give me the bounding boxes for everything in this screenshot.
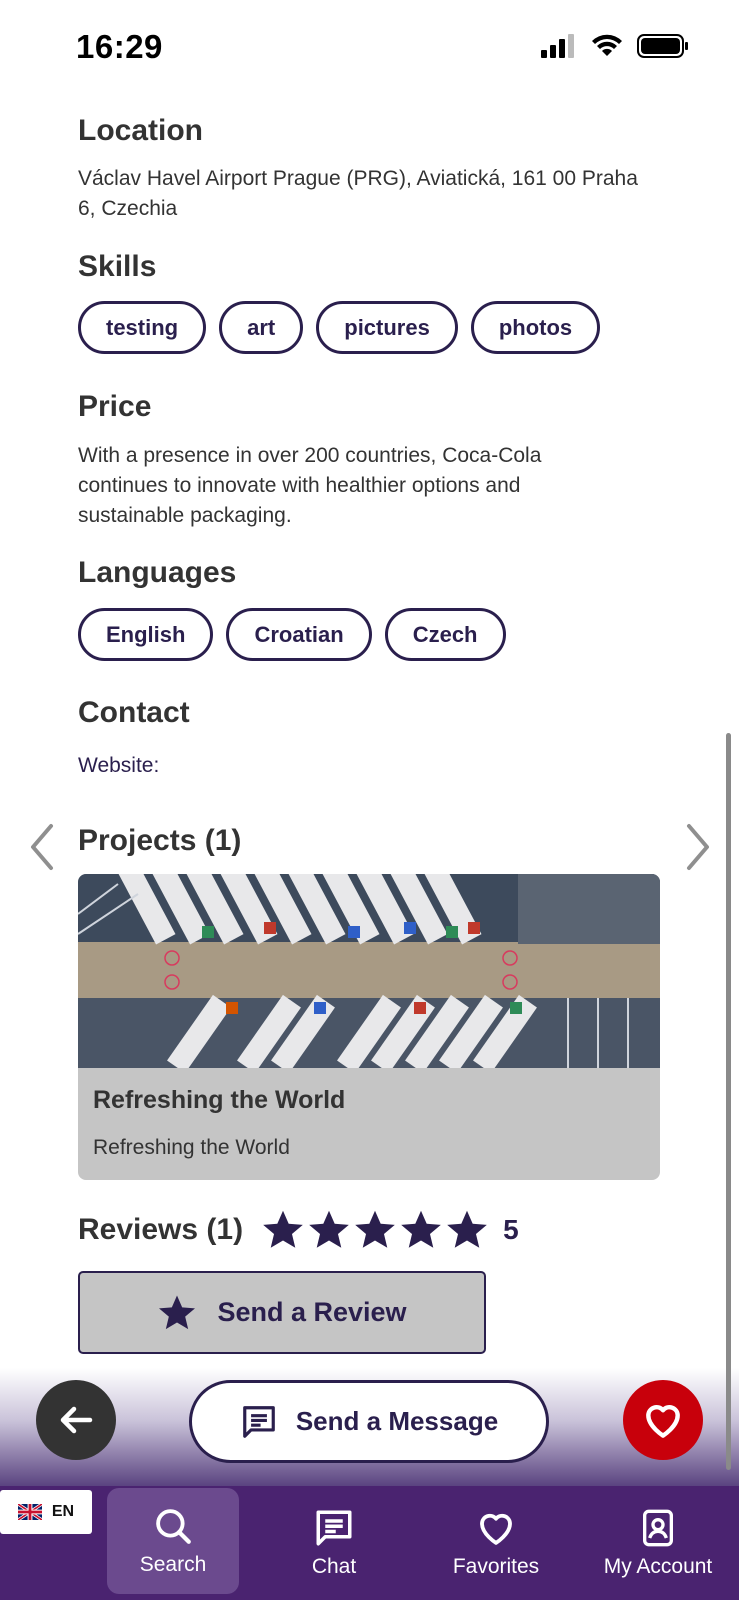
projects-header: Projects (1) [0,812,739,882]
star-icon [355,1210,395,1248]
languages-title: Languages [78,556,237,589]
skill-chip[interactable]: photos [470,301,601,354]
star-icon [309,1210,349,1248]
website-label: Website: [78,754,160,777]
star-icon [447,1210,487,1248]
chat-icon [316,1510,352,1546]
battery-icon [637,34,688,58]
uk-flag-icon [17,1504,42,1520]
skills-title: Skills [78,250,157,283]
nav-item-chat[interactable]: Chat [274,1486,394,1600]
projects-title: Projects (1) [78,824,242,857]
send-message-button[interactable]: Send a Message [189,1380,549,1463]
nav-label: Chat [311,1555,357,1578]
price-text: With a presence in over 200 countries, C… [78,444,542,527]
language-chip[interactable]: Czech [384,608,506,661]
language-chip[interactable]: Croatian [226,608,372,661]
language-chip[interactable]: English [78,608,214,661]
skill-chip[interactable]: art [219,301,304,354]
carousel-prev-button[interactable] [22,812,62,882]
nav-label: My Account [603,1555,713,1578]
star-icon [401,1210,441,1248]
nav-item-search[interactable]: Search [107,1488,239,1594]
nav-label: Favorites [452,1555,540,1578]
language-code: EN [51,1503,75,1520]
chevron-left-icon [31,824,53,870]
reviews-title: Reviews (1) [78,1213,244,1246]
back-button[interactable] [36,1380,116,1460]
languages-chips: English Croatian Czech [78,608,506,661]
carousel-next-button[interactable] [678,812,718,882]
send-review-button[interactable]: Send a Review [78,1271,486,1354]
contact-title: Contact [78,696,190,729]
skills-chips: testing art pictures photos [78,301,601,354]
status-time: 16:29 [76,28,163,65]
scrollbar[interactable] [726,733,731,1470]
send-review-label: Send a Review [217,1297,407,1327]
favorite-button[interactable] [623,1380,703,1460]
signal-icon [541,34,574,58]
project-card[interactable]: Refreshing the World Refreshing the Worl… [78,874,660,1180]
star-icon [263,1210,303,1248]
heart-icon [646,1405,680,1438]
status-bar: 16:29 [0,0,739,90]
message-icon [243,1405,275,1438]
project-subtitle: Refreshing the World [93,1136,290,1159]
bottom-nav: Search Chat Favorites My Account [0,1486,739,1600]
wifi-icon [592,34,622,56]
nav-item-favorites[interactable]: Favorites [426,1486,566,1600]
location-title: Location [78,114,203,147]
project-image [78,874,660,1068]
location-text: Václav Havel Airport Prague (PRG), Aviat… [78,167,638,220]
status-icons [541,34,689,58]
search-icon [156,1509,191,1544]
price-title: Price [78,390,152,423]
nav-label: Search [139,1553,207,1576]
chevron-right-icon [687,824,709,870]
project-title: Refreshing the World [93,1086,346,1114]
arrow-left-icon [60,1406,93,1434]
skill-chip[interactable]: pictures [316,301,458,354]
star-icon [159,1295,196,1329]
heart-icon [480,1513,512,1545]
reviews-row: Reviews (1) 5 [78,1200,519,1260]
skill-chip[interactable]: testing [78,301,207,354]
account-icon [643,1509,673,1547]
rating-value: 5 [503,1214,519,1245]
language-switcher[interactable]: EN [0,1490,92,1534]
nav-item-my-account[interactable]: My Account [594,1486,722,1600]
send-message-label: Send a Message [295,1406,499,1436]
rating-stars [261,1208,489,1252]
